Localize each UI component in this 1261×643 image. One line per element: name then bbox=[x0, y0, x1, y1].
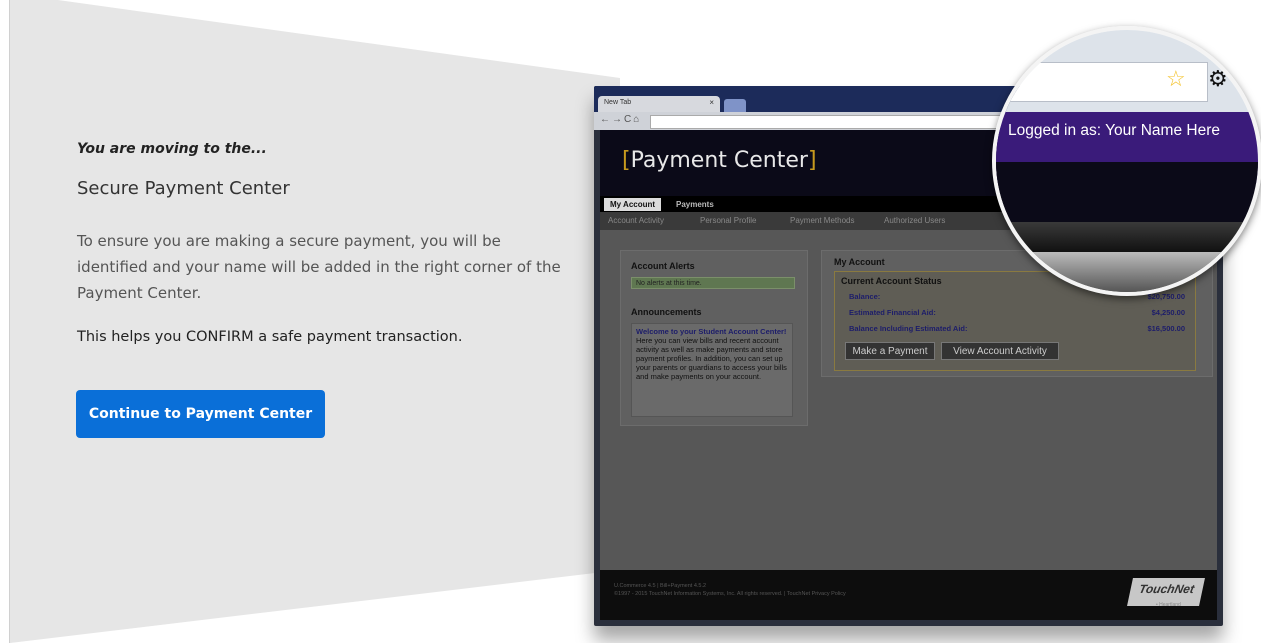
nav-icons: ←→C⌂ bbox=[600, 114, 642, 125]
magnified-sub-bar bbox=[996, 252, 1258, 292]
logo-bracket-close: ] bbox=[807, 148, 817, 173]
footer-line-2: ©1997 - 2015 TouchNet Information System… bbox=[614, 591, 846, 597]
my-account-title: My Account bbox=[834, 257, 885, 267]
magnifier-callout: ☆ ⚙ Logged in as: Your Name Here bbox=[992, 26, 1261, 296]
new-tab-button bbox=[724, 99, 746, 112]
welcome-announcement: Welcome to your Student Account Center! … bbox=[631, 323, 793, 417]
status-row-aid: Estimated Financial Aid: $4,250.00 bbox=[849, 308, 1185, 317]
continue-button[interactable]: Continue to Payment Center bbox=[76, 390, 325, 438]
magnified-tab-bar bbox=[996, 222, 1258, 252]
moving-to-label: You are moving to the... bbox=[77, 141, 267, 157]
touchnet-sub: • Heartland bbox=[1156, 602, 1181, 608]
sub-nav-personal-profile: Personal Profile bbox=[700, 216, 757, 225]
logo-bracket-open: [ bbox=[622, 148, 631, 173]
status-value: $4,250.00 bbox=[1151, 308, 1185, 317]
status-label: Balance Including Estimated Aid: bbox=[849, 324, 968, 333]
site-logo: [Payment Center] bbox=[622, 148, 817, 173]
star-icon: ☆ bbox=[1166, 66, 1186, 91]
description-text: To ensure you are making a secure paymen… bbox=[77, 232, 561, 302]
gear-icon: ⚙ bbox=[1208, 66, 1228, 91]
sub-nav-payment-methods: Payment Methods bbox=[790, 216, 855, 225]
announcements-title: Announcements bbox=[631, 307, 702, 317]
browser-tab: New Tab × bbox=[598, 96, 720, 112]
browser-tab-title: New Tab bbox=[604, 99, 632, 106]
logged-in-label: Logged in as: Your Name Here bbox=[1008, 122, 1220, 139]
status-label: Estimated Financial Aid: bbox=[849, 308, 936, 317]
footer-line-1: U.Commerce 4.5 | Bill+Payment 4.5.2 bbox=[614, 583, 707, 589]
status-row-balance-with-aid: Balance Including Estimated Aid: $16,500… bbox=[849, 324, 1185, 333]
view-activity-button: View Account Activity bbox=[941, 342, 1059, 360]
no-alerts-notice: No alerts at this time. bbox=[631, 277, 795, 289]
tab-payments: Payments bbox=[676, 200, 714, 209]
sub-nav-authorized-users: Authorized Users bbox=[884, 216, 946, 225]
status-label: Balance: bbox=[849, 292, 881, 301]
alerts-title: Account Alerts bbox=[631, 261, 695, 271]
status-value: $16,500.00 bbox=[1147, 324, 1185, 333]
footer-text: U.Commerce 4.5 | Bill+Payment 4.5.2 ©199… bbox=[614, 582, 846, 598]
sub-nav-account-activity: Account Activity bbox=[608, 216, 665, 225]
tab-my-account: My Account bbox=[604, 198, 662, 211]
welcome-body: Here you can view bills and recent accou… bbox=[636, 336, 787, 381]
make-payment-button: Make a Payment bbox=[845, 342, 935, 360]
close-icon: × bbox=[709, 98, 714, 107]
confirm-text: This helps you CONFIRM a safe payment tr… bbox=[77, 329, 463, 345]
welcome-title: Welcome to your Student Account Center! bbox=[636, 327, 787, 336]
logo-text: Payment Center bbox=[630, 148, 808, 173]
site-footer: U.Commerce 4.5 | Bill+Payment 4.5.2 ©199… bbox=[600, 570, 1217, 620]
page-left-line bbox=[9, 0, 10, 643]
account-alerts-box: Account Alerts No alerts at this time. A… bbox=[620, 250, 808, 426]
status-title: Current Account Status bbox=[841, 276, 942, 286]
page-title: Secure Payment Center bbox=[77, 178, 290, 199]
magnified-dark-band bbox=[996, 162, 1258, 222]
